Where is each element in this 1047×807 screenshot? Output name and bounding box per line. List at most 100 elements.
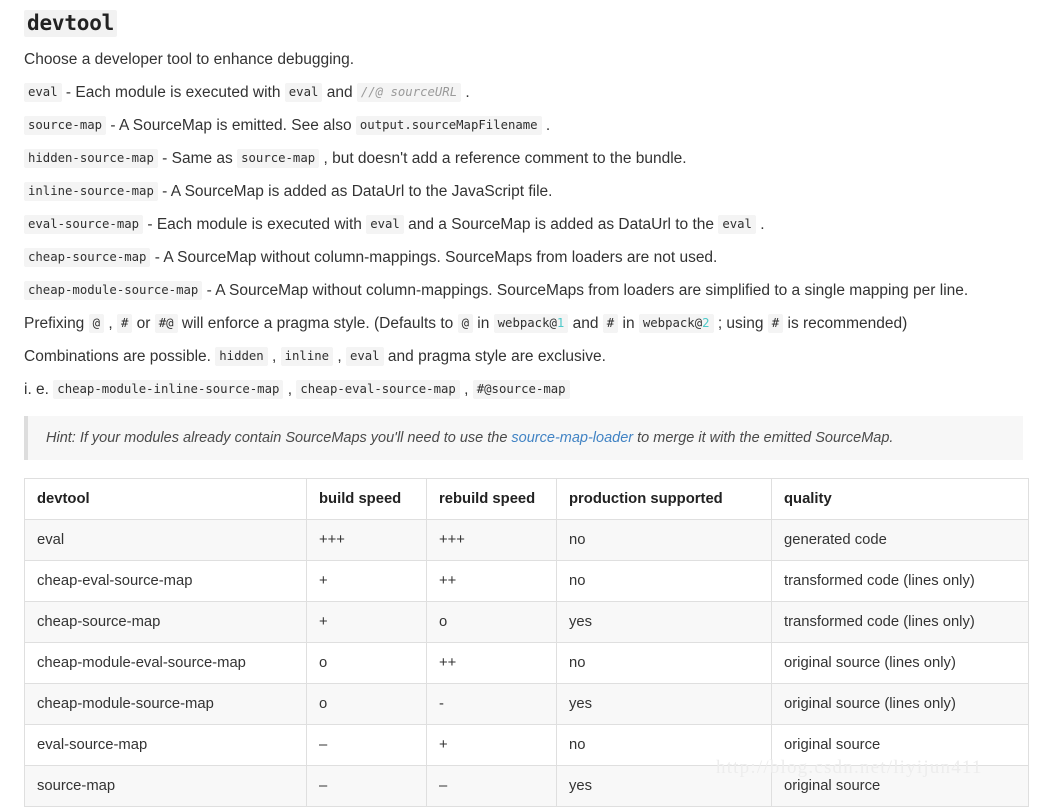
table-row: cheap-eval-source-map + ++ no transformed co… <box>24 560 1029 602</box>
table-column-header: production supported <box>556 478 772 520</box>
paragraph-text: in <box>618 315 639 332</box>
table-cell: no <box>556 519 772 561</box>
table-head: devtool build speed rebuild speed productio… <box>24 478 1029 520</box>
table-cell: - <box>426 683 557 725</box>
paragraph-text: , but doesn't add a reference comment to… <box>319 150 687 167</box>
inline-code: cheap-module-inline-source-map <box>53 380 284 399</box>
paragraph-eval: eval - Each module is executed with eval… <box>0 76 1047 109</box>
table-cell: original source (lines only) <box>771 642 1029 684</box>
table-cell-devtool: cheap-module-source-map <box>24 683 307 725</box>
paragraph-text: , <box>104 315 117 332</box>
inline-code: eval <box>718 215 756 234</box>
inline-code: @ <box>457 314 473 333</box>
table-header-row: devtool build speed rebuild speed productio… <box>24 478 1029 520</box>
table-cell: – <box>426 765 557 807</box>
document-page: devtool Choose a developer tool to enhan… <box>0 0 1047 807</box>
table-cell: +++ <box>306 519 427 561</box>
paragraph-text: - Each module is executed with <box>61 84 285 101</box>
inline-code: source-map <box>24 116 107 135</box>
hint-text-before: Hint: If your modules already contain So… <box>46 430 512 446</box>
inline-code: cheap-module-source-map <box>24 281 203 300</box>
table-row: cheap-source-map + o yes transformed code (l… <box>24 601 1029 643</box>
paragraph-text: ; using <box>713 315 768 332</box>
source-map-loader-link[interactable]: source-map-loader <box>511 430 633 446</box>
paragraph-text: , <box>283 381 297 398</box>
inline-code-version-name: webpack@ <box>497 316 557 330</box>
inline-code-version: webpack@2 <box>638 314 714 333</box>
table-cell-devtool: source-map <box>24 765 307 807</box>
inline-code: # <box>602 314 619 333</box>
inline-code: inline <box>280 347 334 366</box>
inline-code: inline-source-map <box>24 182 158 201</box>
inline-code: source-map <box>237 149 320 168</box>
paragraph-text: , <box>267 348 281 365</box>
paragraph-text: . <box>755 216 765 233</box>
table-cell-devtool: cheap-module-eval-source-map <box>24 642 307 684</box>
table-cell: + <box>306 560 427 602</box>
inline-code: eval <box>284 83 323 102</box>
watermark: http://blog.csdn.net/liyijun411 <box>716 757 983 778</box>
hint-text-after: to merge it with the emitted SourceMap. <box>633 430 894 446</box>
inline-code: @ <box>88 314 105 333</box>
table-cell: + <box>426 724 557 766</box>
table-column-header: devtool <box>24 478 307 520</box>
table-cell: ++ <box>426 642 557 684</box>
paragraph-combinations: Combinations are possible. hidden , inli… <box>0 340 1047 373</box>
page-title-text: devtool <box>24 10 118 37</box>
paragraph-eval-source-map: eval-source-map - Each module is execute… <box>0 208 1047 241</box>
paragraph-text: is recommended) <box>783 315 908 332</box>
paragraph-prefixing: Prefixing @ , # or #@ will enforce a pra… <box>0 307 1047 340</box>
paragraph-text: and <box>322 84 357 101</box>
table-cell: no <box>556 560 772 602</box>
paragraph-text: , <box>459 381 473 398</box>
table-cell: – <box>306 724 427 766</box>
table-cell: no <box>556 642 772 684</box>
inline-code: cheap-source-map <box>24 248 151 267</box>
inline-code: eval-source-map <box>24 215 144 234</box>
table-cell: + <box>306 601 427 643</box>
table-cell: generated code <box>771 519 1029 561</box>
inline-code: eval <box>24 83 62 102</box>
paragraph-text: - A SourceMap without column-mappings. S… <box>202 282 969 299</box>
table-column-header: rebuild speed <box>426 478 557 520</box>
table-row: eval +++ +++ no generated code <box>24 519 1029 561</box>
inline-code: #@ <box>154 314 178 333</box>
inline-code: # <box>116 314 133 333</box>
inline-code-version-number: 1 <box>556 316 565 330</box>
inline-code: cheap-eval-source-map <box>296 380 460 399</box>
table-cell: o <box>306 642 427 684</box>
inline-code: # <box>767 314 784 333</box>
paragraph-text: . <box>541 117 551 134</box>
paragraph-text: or <box>132 315 155 332</box>
table-cell: yes <box>556 601 772 643</box>
paragraph-text: Prefixing <box>24 315 89 332</box>
paragraph-text: Combinations are possible. <box>24 348 216 365</box>
inline-code: hidden-source-map <box>24 149 158 168</box>
inline-code-comment: //@ sourceURL <box>356 83 462 102</box>
paragraph-text: , <box>333 348 346 365</box>
hint-callout: Hint: If your modules already contain So… <box>24 416 1023 460</box>
paragraph-text: - A SourceMap without column-mappings. S… <box>150 249 718 266</box>
table-cell: ++ <box>426 560 557 602</box>
inline-code-version: webpack@1 <box>493 314 569 333</box>
table-cell: +++ <box>426 519 557 561</box>
inline-code-version-number: 2 <box>702 316 710 330</box>
paragraph-text: - A SourceMap is added as DataUrl to the… <box>157 183 553 200</box>
paragraph-text: in <box>472 315 494 332</box>
table-cell-devtool: cheap-eval-source-map <box>24 560 307 602</box>
paragraph-inline-source-map: inline-source-map - A SourceMap is added… <box>0 175 1047 208</box>
paragraph-list: Choose a developer tool to enhance debug… <box>0 36 1047 406</box>
paragraph-cheap-module-source-map: cheap-module-source-map - A SourceMap wi… <box>0 274 1047 307</box>
table-cell-devtool: cheap-source-map <box>24 601 307 643</box>
paragraph-text: - Each module is executed with <box>143 216 367 233</box>
paragraph-text: will enforce a pragma style. (Defaults t… <box>177 315 458 332</box>
inline-code-version-name: webpack@ <box>642 316 703 330</box>
table-cell-devtool: eval <box>24 519 307 561</box>
paragraph-hidden-source-map: hidden-source-map - Same as source-map ,… <box>0 142 1047 175</box>
table-cell: o <box>426 601 557 643</box>
paragraph-text: - Same as <box>157 150 238 167</box>
table-cell: transformed code (lines only) <box>771 560 1029 602</box>
inline-code: #@source-map <box>472 380 570 399</box>
table-row: cheap-module-eval-source-map o ++ no origina… <box>24 642 1029 684</box>
paragraph-cheap-source-map: cheap-source-map - A SourceMap without c… <box>0 241 1047 274</box>
